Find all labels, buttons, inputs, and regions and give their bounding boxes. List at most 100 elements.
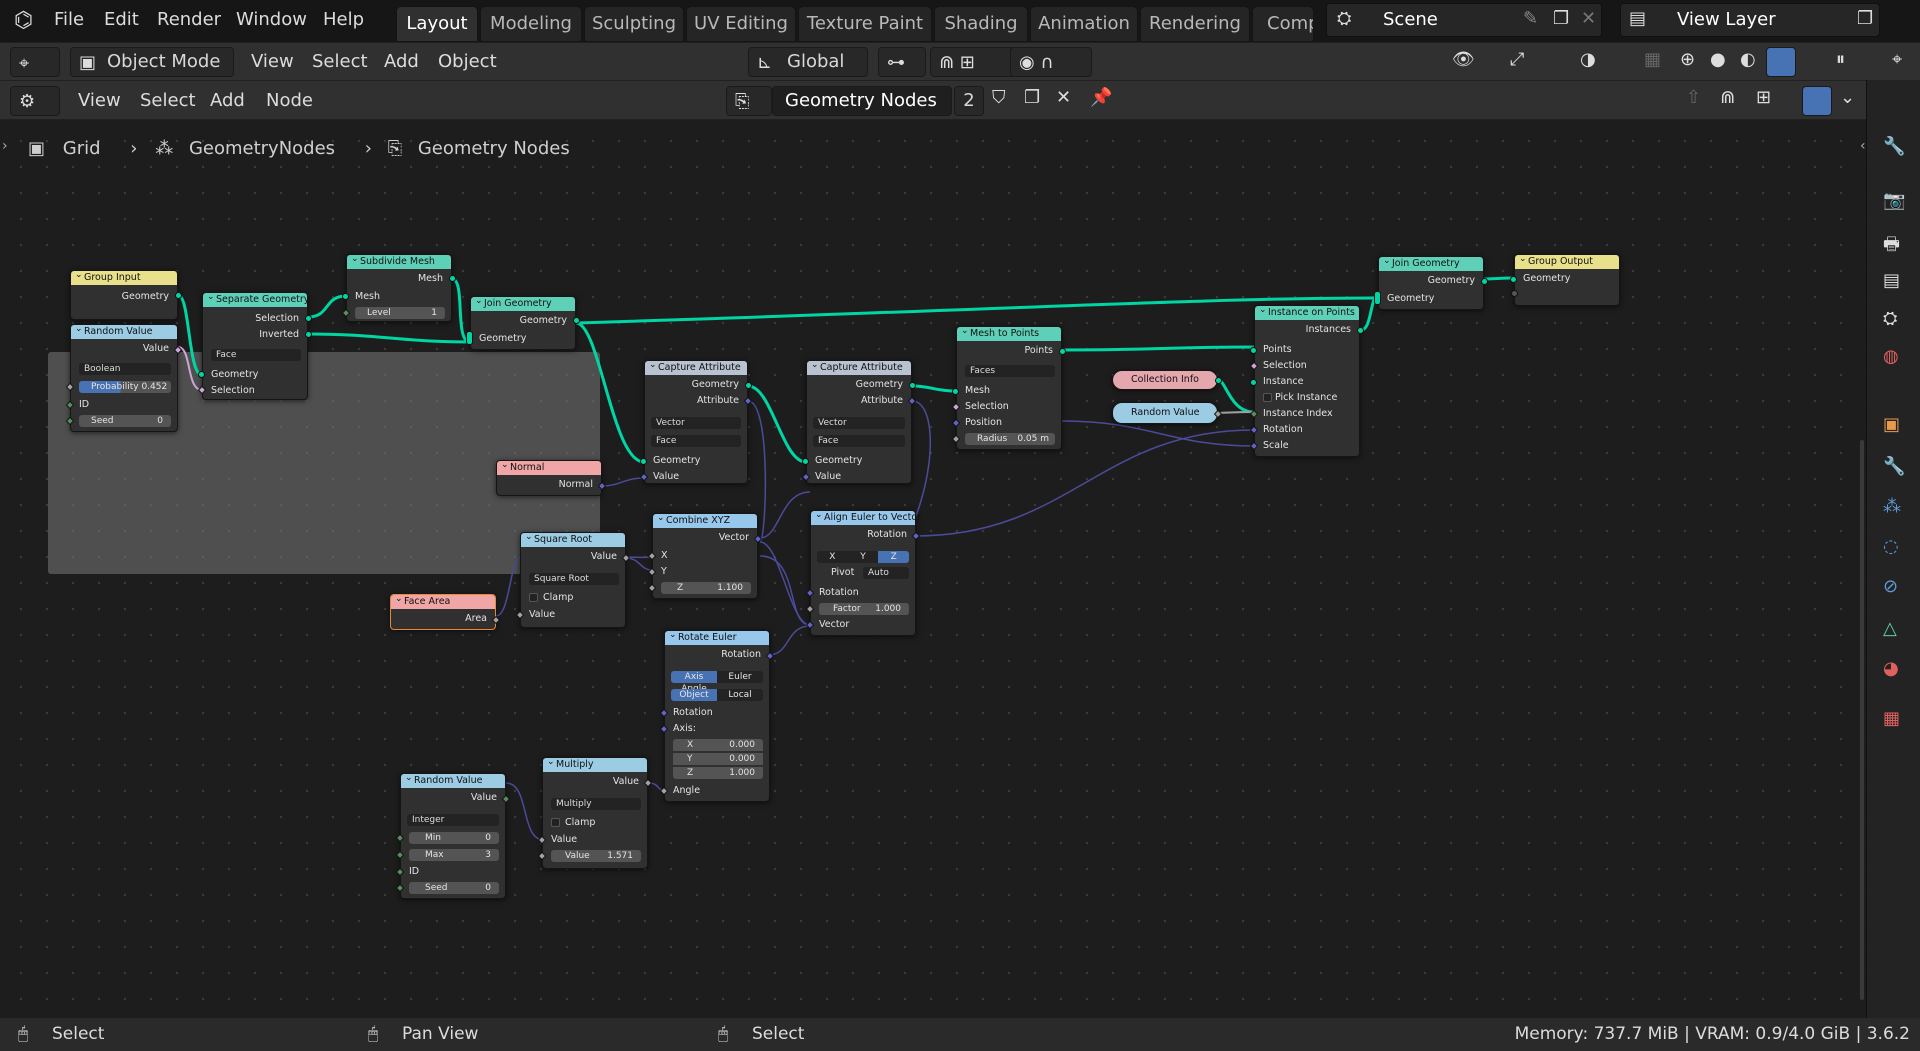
node-rotate-euler[interactable]: Rotate Euler Rotation Axis Angle Euler O… [659,628,775,802]
snap-node-icon[interactable]: ⋒ [1720,87,1735,108]
tab-layout[interactable]: Layout [396,6,478,42]
factor-field[interactable]: Factor 1.000 [819,603,909,615]
material-tab-icon[interactable]: ◕ [1883,658,1899,679]
view-layer-selector[interactable]: ▤ View Layer ❐ [1620,3,1880,37]
tab-shading[interactable]: Shading [934,6,1028,42]
node-random-value[interactable]: Random Value Value Boolean Probability 0… [65,322,183,432]
axis-z-field[interactable]: Z 1.000 [673,767,763,779]
axis-y-button[interactable]: Y [847,551,879,563]
input-socket[interactable] [640,458,647,465]
input-socket[interactable] [1511,290,1518,297]
node-editor-type-button[interactable]: ⚙ [10,86,60,116]
data-type-dropdown[interactable]: Integer [407,814,499,826]
axis-x-button[interactable]: X [817,551,848,563]
output-tab-icon[interactable]: 🖶 [1883,232,1900,262]
data-type-dropdown[interactable]: Boolean [79,363,171,375]
output-socket[interactable] [1357,327,1364,334]
output-socket[interactable] [1481,278,1488,285]
node-collection-info[interactable]: Collection Info [1112,370,1222,390]
constraints-tab-icon[interactable]: ⊘ [1883,576,1898,597]
menu-render[interactable]: Render [157,8,221,32]
probability-field[interactable]: Probability 0.452 [79,381,171,393]
data-type-dropdown[interactable]: Vector [651,417,741,429]
overlay-toggle[interactable] [1802,86,1832,116]
node-capture-attribute[interactable]: Capture Attribute Geometry Attribute Vec… [639,358,753,484]
output-socket[interactable] [1059,348,1066,355]
data-tab-icon[interactable]: △ [1883,618,1897,639]
domain-dropdown[interactable]: Face [651,435,741,447]
editor-type-right-icon[interactable]: ⌖ [1892,49,1902,70]
node-random-value[interactable]: Random Value [1112,402,1223,424]
pick-instance-checkbox[interactable] [1263,393,1272,402]
radius-field[interactable]: Radius 0.05 m [965,433,1055,445]
input-socket[interactable] [342,293,349,300]
menu-window[interactable]: Window [236,8,307,32]
pin-icon[interactable]: ✎ [1523,8,1538,29]
input-socket[interactable] [466,331,473,345]
copy-scene-icon[interactable]: ❐ [1553,8,1569,29]
tab-texture-paint[interactable]: Texture Paint [798,6,932,42]
node-menu-node[interactable]: Node [266,86,313,116]
pin-node-icon[interactable]: 📌 [1090,87,1112,108]
close-icon[interactable]: ✕ [1581,8,1596,29]
scene-selector[interactable]: ⛭ Scene ✎ ❐ ✕ [1326,3,1602,37]
operation-dropdown[interactable]: Multiply [551,798,641,810]
tab-modeling[interactable]: Modeling [480,6,582,42]
input-socket[interactable] [198,371,205,378]
node-group-name-field[interactable]: Geometry Nodes [772,86,952,116]
menu-object[interactable]: Object [438,47,497,77]
axis-y-field[interactable]: Y 0.000 [673,753,763,765]
axis-x-field[interactable]: X 0.000 [673,739,763,751]
wireframe-shading-icon[interactable]: ⊕ [1680,49,1695,70]
fake-user-icon[interactable]: ⛉ [992,87,1006,108]
object-tab-icon[interactable]: ▣ [1883,414,1900,435]
seed-field[interactable]: Seed 0 [409,882,499,894]
node-menu-select[interactable]: Select [140,86,196,116]
copy-layer-icon[interactable]: ❐ [1857,8,1873,29]
node-instance-on-points[interactable]: Instance on Points Instances Points Sele… [1249,303,1364,457]
level-field[interactable]: Level 1 [355,307,445,319]
tab-rendering[interactable]: Rendering [1140,6,1250,42]
output-socket[interactable] [305,331,312,338]
node-group-input[interactable]: Group Input Geometry [70,268,182,320]
seed-field[interactable]: Seed 0 [79,415,171,427]
tool-tab-icon[interactable]: 🔧 [1883,136,1905,157]
breadcrumb-node-tree[interactable]: Geometry Nodes [418,138,570,159]
object-space-button[interactable]: Object [671,689,717,701]
transform-orientation-dropdown[interactable]: ⊾ Global [748,47,868,77]
local-space-button[interactable]: Local [717,689,763,701]
material-shading-icon[interactable]: ◐ [1740,49,1756,70]
editor-type-button[interactable]: ⌖ [10,47,60,77]
toolbar-toggle[interactable]: › [2,138,8,154]
pivot-dropdown[interactable]: ⊶ [878,47,926,77]
scrollbar[interactable] [1860,440,1864,1000]
node-group-browse[interactable]: ⎘ [726,86,772,116]
max-field[interactable]: Max 3 [409,849,499,861]
tab-sculpting[interactable]: Sculpting [584,6,684,42]
domain-dropdown[interactable]: Face [211,349,301,361]
tab-uv-editing[interactable]: UV Editing [686,6,796,42]
snap-grid-icon[interactable]: ⊞ [1756,87,1771,108]
pause-icon[interactable]: ⏸ [1836,49,1845,70]
pivot-dropdown[interactable]: Auto [863,567,909,579]
node-mesh-to-points[interactable]: Mesh to Points Points Faces Mesh Selecti… [951,324,1066,450]
node-face-area[interactable]: Face Area Area [390,592,501,630]
menu-view[interactable]: View [251,47,294,77]
node-combine-xyz[interactable]: Combine XYZ Vector X Y Z 1.100 [647,511,763,599]
snap-toggle[interactable]: ⋒ ⊞ [930,47,1022,77]
menu-add[interactable]: Add [384,47,419,77]
input-socket[interactable] [1250,379,1257,386]
axis-angle-button[interactable]: Axis Angle [671,671,717,694]
clamp-checkbox[interactable] [551,818,560,827]
breadcrumb-modifier[interactable]: GeometryNodes [189,138,335,159]
sidebar-toggle[interactable]: ‹ [1860,138,1866,154]
world-tab-icon[interactable]: ◍ [1883,346,1899,367]
visibility-icon[interactable]: 👁 [1452,49,1475,70]
menu-edit[interactable]: Edit [104,8,139,32]
input-socket[interactable] [802,458,809,465]
input-socket[interactable] [1510,276,1517,283]
output-socket[interactable] [305,315,312,322]
node-subdivide-mesh[interactable]: Subdivide Mesh Mesh Mesh Level 1 [341,252,456,322]
user-count[interactable]: 2 [954,86,984,116]
node-random-value[interactable]: Random Value Value Integer Min0 Max3 ID … [395,771,511,899]
